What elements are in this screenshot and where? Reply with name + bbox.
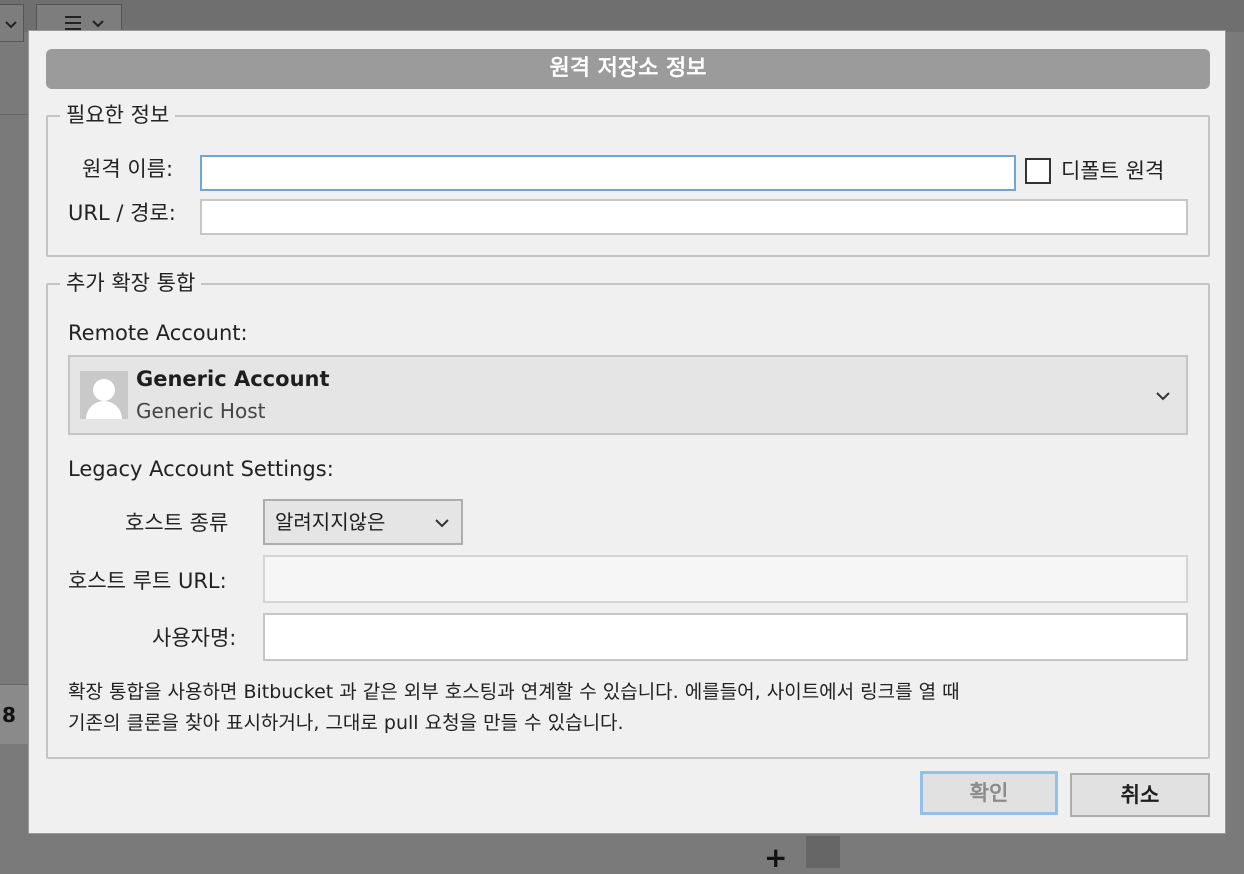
host-type-select[interactable]: 알려지지않은	[263, 499, 463, 545]
extension-integration-legend: 추가 확장 통합	[60, 269, 202, 297]
chevron-down-icon	[5, 21, 17, 29]
cancel-button[interactable]: 취소	[1070, 773, 1210, 817]
background-toolbar	[0, 0, 1244, 32]
default-remote-checkbox-box[interactable]	[1025, 158, 1051, 184]
required-info-legend: 필요한 정보	[60, 101, 176, 129]
dialog-title: 원격 저장소 정보	[46, 49, 1210, 89]
url-path-input[interactable]	[200, 199, 1188, 235]
host-root-url-label: 호스트 루트 URL:	[68, 569, 227, 593]
background-plus-icon: +	[764, 841, 788, 874]
username-input[interactable]	[263, 613, 1188, 661]
required-info-group: 필요한 정보 원격 이름: 디폴트 원격 URL / 경로:	[46, 101, 1210, 257]
remote-repository-dialog: 원격 저장소 정보 필요한 정보 원격 이름: 디폴트 원격 URL / 경로:…	[28, 30, 1226, 834]
chevron-down-icon	[435, 519, 449, 528]
default-remote-checkbox[interactable]: 디폴트 원격	[1025, 155, 1164, 187]
remote-name-input[interactable]	[200, 155, 1016, 191]
chevron-down-icon	[1156, 392, 1170, 401]
remote-name-label: 원격 이름:	[82, 157, 174, 181]
background-divider	[0, 114, 28, 115]
host-root-url-input	[263, 555, 1188, 603]
account-host: Generic Host	[136, 399, 266, 423]
host-type-value: 알려지지않은	[275, 510, 386, 534]
description-line-1: 확장 통합을 사용하면 Bitbucket 과 같은 외부 호스팅과 연계할 수…	[68, 681, 960, 703]
background-number-fragment: 8	[0, 684, 28, 744]
default-remote-label: 디폴트 원격	[1061, 159, 1165, 183]
background-dropdown-button	[0, 4, 24, 42]
host-type-label: 호스트 종류	[125, 511, 229, 535]
username-label: 사용자명:	[152, 626, 237, 650]
url-path-label: URL / 경로:	[68, 201, 176, 225]
ok-button[interactable]: 확인	[920, 771, 1058, 815]
remote-account-label: Remote Account:	[68, 321, 248, 345]
integration-description: 확장 통합을 사용하면 Bitbucket 과 같은 외부 호스팅과 연계할 수…	[68, 677, 1188, 739]
extension-integration-group: 추가 확장 통합 Remote Account: Generic Account…	[46, 269, 1210, 759]
user-avatar-icon	[80, 371, 128, 419]
remote-account-select[interactable]: Generic Account Generic Host	[68, 355, 1188, 435]
account-name: Generic Account	[136, 367, 330, 391]
description-line-2: 기존의 클론을 찾아 표시하거나, 그대로 pull 요청을 만들 수 있습니다…	[68, 712, 624, 734]
background-scroll-area	[806, 836, 840, 868]
legacy-settings-label: Legacy Account Settings:	[68, 457, 334, 481]
